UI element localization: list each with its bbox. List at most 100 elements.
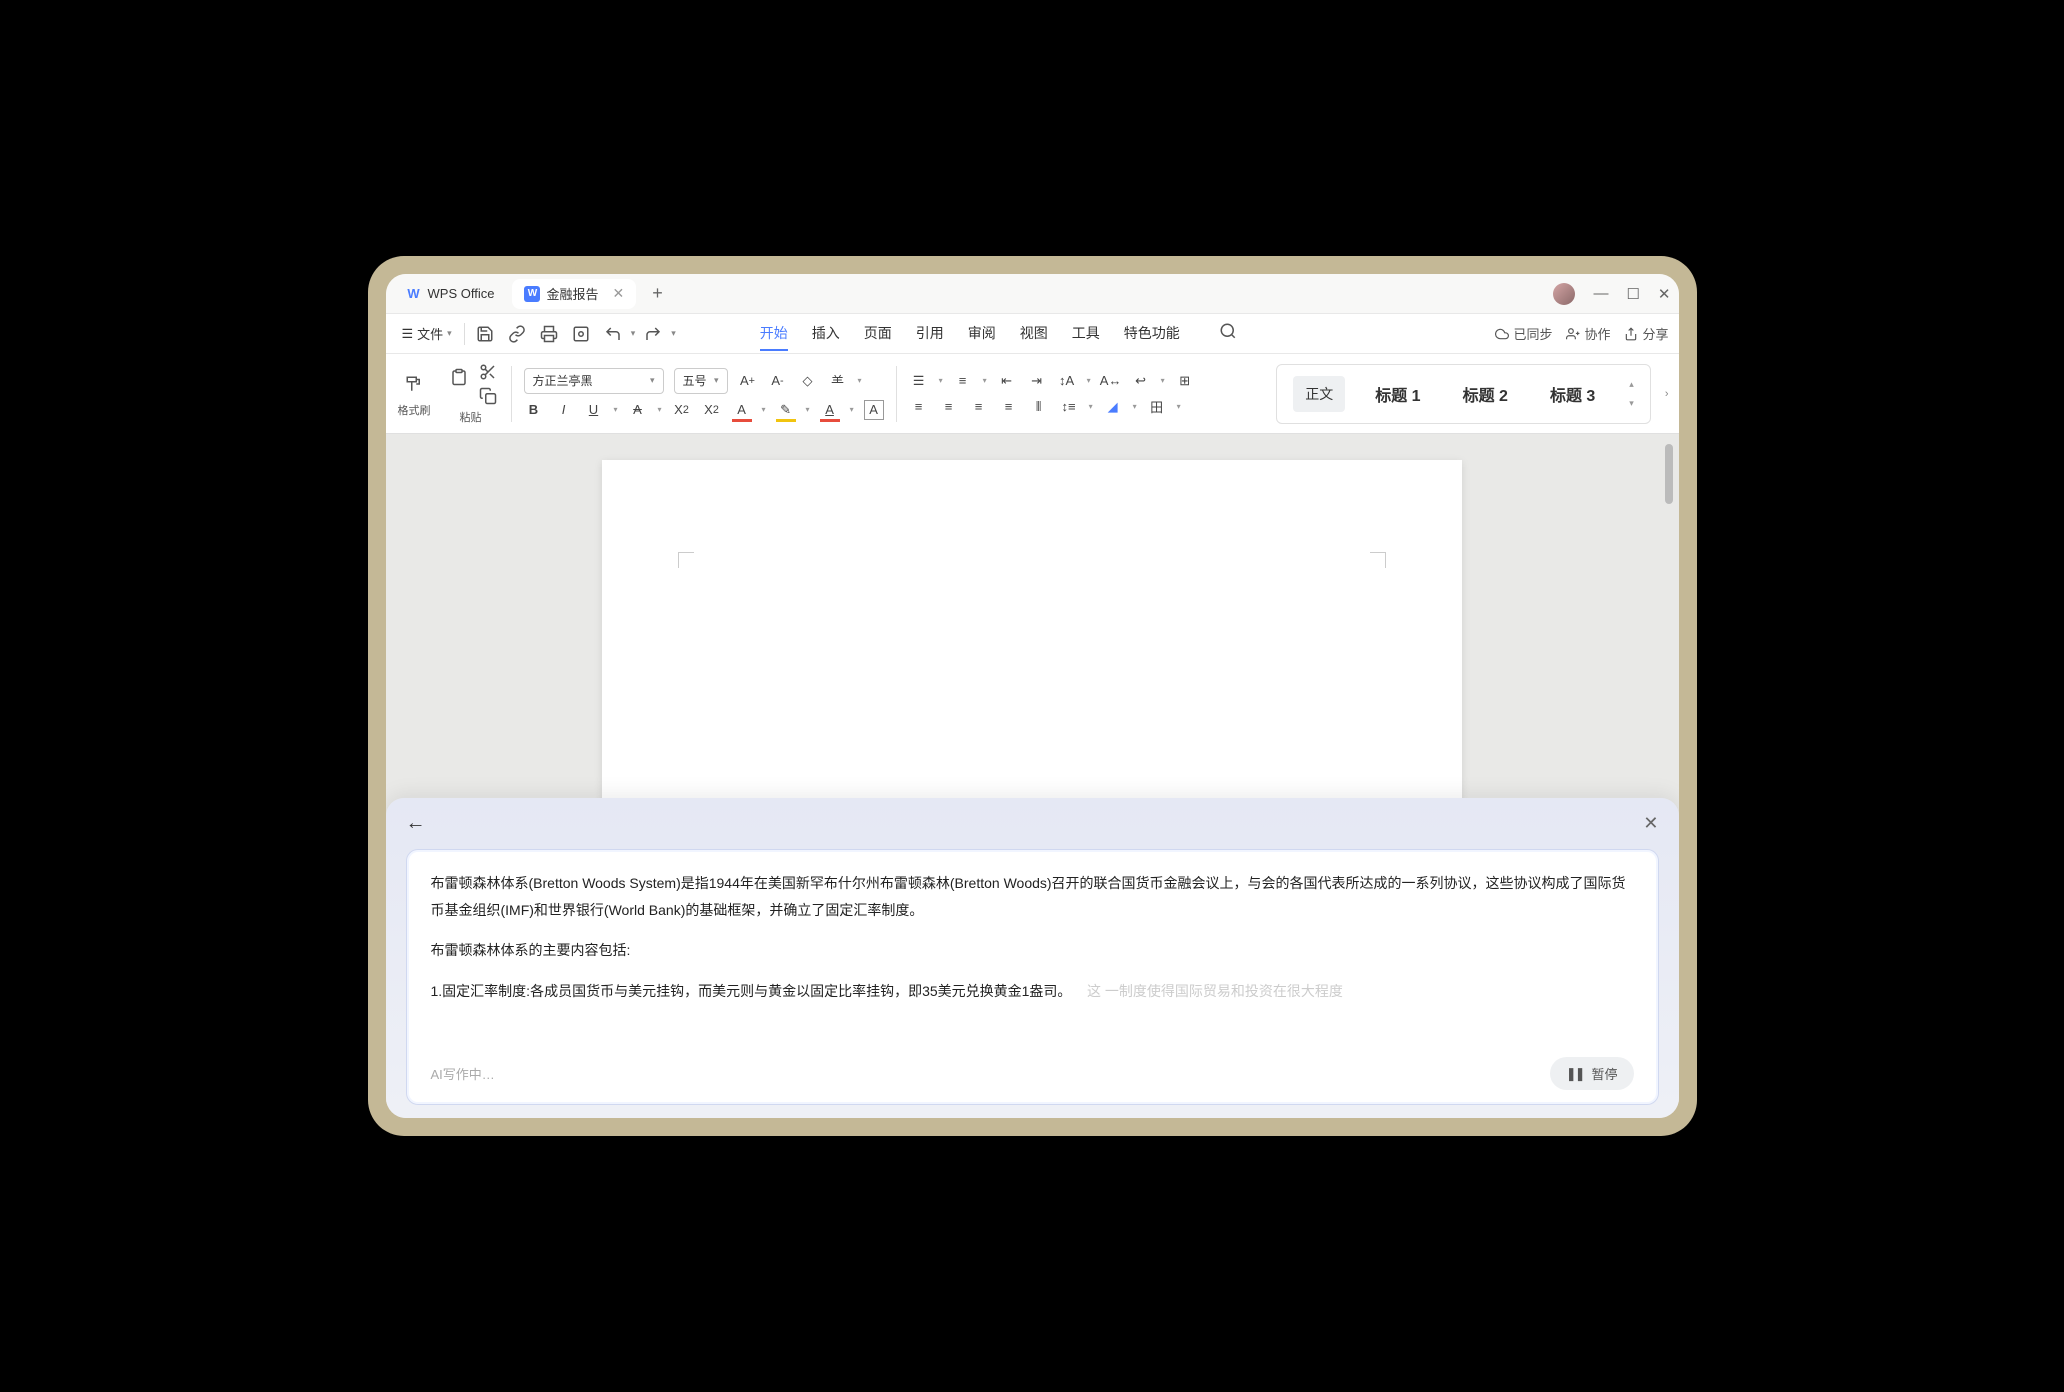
line-break-button[interactable]: ↩ <box>1131 371 1151 391</box>
chevron-down-icon[interactable]: ▾ <box>939 376 943 385</box>
highlight-button[interactable]: ✎ <box>776 400 796 420</box>
file-menu[interactable]: ☰ 文件 ▾ <box>396 320 458 347</box>
menu-page[interactable]: 页面 <box>864 317 892 351</box>
decrease-indent-button[interactable]: ⇤ <box>997 371 1017 391</box>
border-button[interactable]: ⊞ <box>1175 371 1195 391</box>
tab-app[interactable]: W WPS Office <box>394 279 507 309</box>
font-name-select[interactable]: 方正兰亭黑 ▾ <box>524 368 664 394</box>
add-tab-button[interactable]: + <box>642 283 673 304</box>
maximize-button[interactable]: ☐ <box>1626 285 1639 303</box>
format-painter-button[interactable] <box>400 370 428 398</box>
ai-paragraph-3-main: 1.固定汇率制度:各成员国货币与美元挂钩，而美元则与黄金以固定比率挂钩，即35美… <box>431 983 1072 999</box>
clear-format-button[interactable]: ◇ <box>798 371 818 391</box>
user-avatar[interactable] <box>1553 283 1575 305</box>
italic-button[interactable]: I <box>554 400 574 420</box>
superscript-button[interactable]: X2 <box>702 400 722 420</box>
close-tab-icon[interactable]: ✕ <box>612 285 624 302</box>
paste-label: 粘贴 <box>460 409 482 425</box>
save-button[interactable] <box>471 320 499 348</box>
chevron-down-icon[interactable]: ▾ <box>806 405 810 414</box>
phonetic-button[interactable]: ⺷ <box>828 371 848 391</box>
chevron-down-icon[interactable]: ▾ <box>1161 376 1165 385</box>
redo-button[interactable] <box>639 320 667 348</box>
sync-status[interactable]: 已同步 <box>1495 324 1552 343</box>
decrease-font-button[interactable]: A- <box>768 371 788 391</box>
text-shading-button[interactable]: A <box>820 400 840 420</box>
scroll-thumb[interactable] <box>1665 444 1673 504</box>
menu-view[interactable]: 视图 <box>1020 317 1048 351</box>
subscript-button[interactable]: X2 <box>672 400 692 420</box>
menu-start[interactable]: 开始 <box>760 317 788 351</box>
chevron-down-icon: ▾ <box>714 375 719 386</box>
cut-button[interactable] <box>479 363 497 381</box>
minimize-button[interactable]: — <box>1593 285 1608 302</box>
ai-close-button[interactable]: ✕ <box>1643 813 1658 834</box>
chevron-down-icon[interactable]: ▾ <box>1133 402 1137 411</box>
style-heading3[interactable]: 标题 3 <box>1538 374 1607 414</box>
chevron-down-icon[interactable]: ▾ <box>658 405 662 414</box>
menu-reference[interactable]: 引用 <box>916 317 944 351</box>
styles-expand[interactable]: ▴▾ <box>1629 379 1634 409</box>
paragraph-group: ☰ ▾ ≡ ▾ ⇤ ⇥ ↕A ▾ A↔ ↩ ▾ ⊞ ≡ ≡ ≡ ≡ ⫴ ↕≡ ▾ ◢ ▾ <box>909 371 1195 417</box>
chevron-down-icon[interactable]: ▾ <box>1089 402 1093 411</box>
share-button[interactable]: 分享 <box>1624 324 1668 343</box>
chevron-down-icon[interactable]: ▾ <box>614 405 618 414</box>
line-spacing-button[interactable]: ↕≡ <box>1059 397 1079 417</box>
style-normal[interactable]: 正文 <box>1293 376 1345 412</box>
underline-button[interactable]: U <box>584 400 604 420</box>
cloud-icon <box>1495 327 1509 341</box>
wps-logo-icon: W <box>406 286 422 302</box>
strikethrough-button[interactable]: A <box>628 400 648 420</box>
print-preview-button[interactable] <box>567 320 595 348</box>
menu-tools[interactable]: 工具 <box>1072 317 1100 351</box>
redo-dropdown-icon[interactable]: ▾ <box>671 328 676 339</box>
ai-stop-button[interactable]: ❚❚ 暂停 <box>1550 1057 1634 1090</box>
number-list-button[interactable]: ≡ <box>953 371 973 391</box>
ribbon-chevron-icon[interactable]: › <box>1665 388 1669 400</box>
close-window-button[interactable]: ✕ <box>1658 285 1671 303</box>
chevron-down-icon[interactable]: ▾ <box>858 376 862 385</box>
search-button[interactable] <box>1214 317 1242 345</box>
print-button[interactable] <box>535 320 563 348</box>
shading-button[interactable]: ◢ <box>1103 397 1123 417</box>
link-button[interactable] <box>503 320 531 348</box>
word-doc-icon: W <box>524 286 540 302</box>
chevron-down-icon[interactable]: ▾ <box>1087 376 1091 385</box>
align-center-button[interactable]: ≡ <box>939 397 959 417</box>
increase-font-button[interactable]: A+ <box>738 371 758 391</box>
paste-button[interactable] <box>445 363 473 391</box>
chevron-down-icon[interactable]: ▾ <box>850 405 854 414</box>
tab-document[interactable]: W 金融报告 ✕ <box>512 279 636 309</box>
align-justify-button[interactable]: ≡ <box>999 397 1019 417</box>
borders-button[interactable]: 田 <box>1147 397 1167 417</box>
undo-button[interactable] <box>599 320 627 348</box>
font-color-button[interactable]: A <box>732 400 752 420</box>
bullet-list-button[interactable]: ☰ <box>909 371 929 391</box>
menu-review[interactable]: 审阅 <box>968 317 996 351</box>
collab-button[interactable]: 协作 <box>1566 324 1610 343</box>
margin-mark-tr <box>1370 552 1386 568</box>
share-label: 分享 <box>1642 324 1668 343</box>
style-heading1[interactable]: 标题 1 <box>1363 374 1432 414</box>
ai-stop-label: 暂停 <box>1591 1064 1617 1083</box>
chevron-down-icon[interactable]: ▾ <box>762 405 766 414</box>
align-left-button[interactable]: ≡ <box>909 397 929 417</box>
menubar: ☰ 文件 ▾ ▾ ▾ <box>386 314 1679 354</box>
menu-features[interactable]: 特色功能 <box>1124 317 1180 351</box>
style-heading2[interactable]: 标题 2 <box>1451 374 1520 414</box>
increase-indent-button[interactable]: ⇥ <box>1027 371 1047 391</box>
ai-back-button[interactable]: ← <box>406 812 426 835</box>
text-direction-button[interactable]: ↕A <box>1057 371 1077 391</box>
align-right-button[interactable]: ≡ <box>969 397 989 417</box>
chevron-down-icon[interactable]: ▾ <box>983 376 987 385</box>
undo-dropdown-icon[interactable]: ▾ <box>631 328 636 339</box>
hamburger-icon: ☰ <box>402 326 414 342</box>
copy-button[interactable] <box>479 387 497 405</box>
menu-insert[interactable]: 插入 <box>812 317 840 351</box>
char-scale-button[interactable]: A↔ <box>1101 371 1121 391</box>
chevron-down-icon[interactable]: ▾ <box>1177 402 1181 411</box>
char-border-button[interactable]: A <box>864 400 884 420</box>
distribute-button[interactable]: ⫴ <box>1029 397 1049 417</box>
font-size-select[interactable]: 五号 ▾ <box>674 368 728 394</box>
bold-button[interactable]: B <box>524 400 544 420</box>
